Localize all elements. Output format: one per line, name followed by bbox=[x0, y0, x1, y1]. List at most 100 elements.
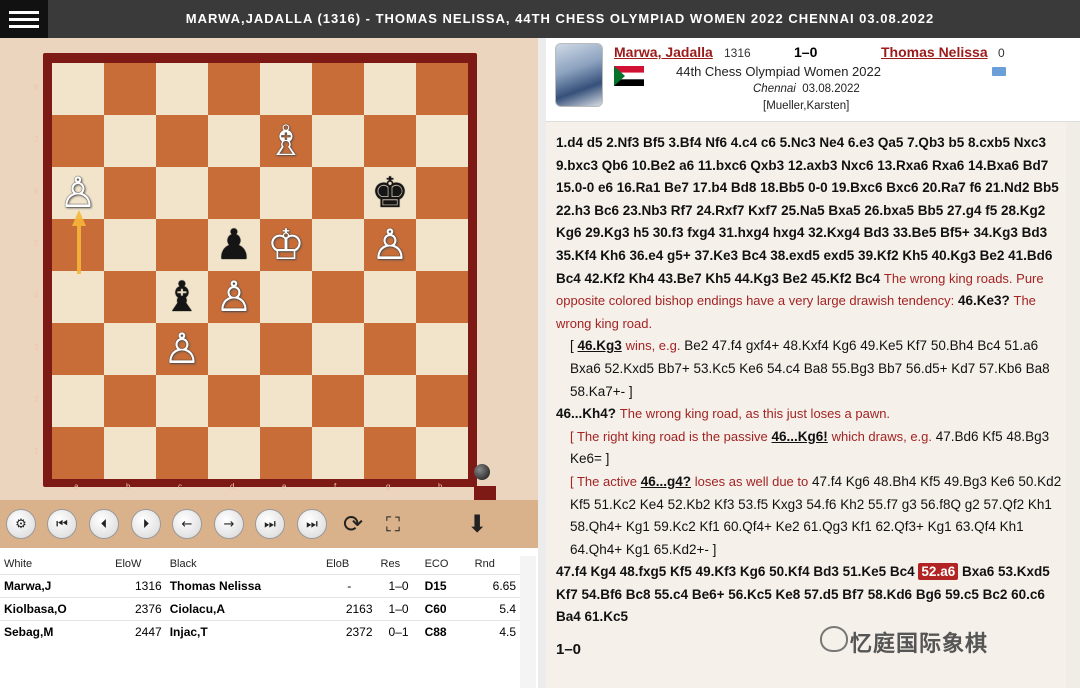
next-move-button[interactable]: ⏵ bbox=[131, 509, 161, 539]
square-d8[interactable] bbox=[208, 63, 260, 115]
square-e2[interactable] bbox=[260, 375, 312, 427]
square-d1[interactable]: d bbox=[208, 427, 260, 491]
current-move[interactable]: 52.a6 bbox=[918, 563, 959, 581]
square-d3[interactable] bbox=[208, 323, 260, 375]
col-res[interactable]: Res bbox=[377, 554, 421, 574]
square-h1[interactable]: h bbox=[416, 427, 468, 491]
square-g2[interactable] bbox=[364, 375, 416, 427]
square-f1[interactable]: f bbox=[312, 427, 364, 491]
square-a7[interactable]: 7 bbox=[34, 115, 104, 167]
square-g4[interactable] bbox=[364, 271, 416, 323]
variation-key-move[interactable]: 46...Kg6! bbox=[772, 429, 828, 444]
square-e1[interactable]: e bbox=[260, 427, 312, 491]
square-a1[interactable]: 1a bbox=[34, 427, 104, 491]
flip-board-icon[interactable]: ⟳ bbox=[338, 509, 368, 539]
col-elow[interactable]: EloW bbox=[111, 554, 166, 574]
square-h7[interactable] bbox=[416, 115, 468, 167]
square-g1[interactable]: g bbox=[364, 427, 416, 491]
square-b5[interactable] bbox=[104, 219, 156, 271]
table-row[interactable]: Sebag,M 2447 Injac,T 2372 0–1 C88 4.5 bbox=[0, 619, 520, 643]
col-white[interactable]: White bbox=[0, 554, 111, 574]
square-g6[interactable]: ♚ bbox=[364, 167, 416, 219]
square-h5[interactable] bbox=[416, 219, 468, 271]
square-h6[interactable] bbox=[416, 167, 468, 219]
white-pawn-icon[interactable]: ♙ bbox=[163, 328, 201, 370]
square-a4[interactable]: 4 bbox=[34, 271, 104, 323]
col-black[interactable]: Black bbox=[166, 554, 322, 574]
square-d2[interactable] bbox=[208, 375, 260, 427]
col-rnd[interactable]: Rnd bbox=[471, 554, 520, 574]
chess-board[interactable]: 8 7 ♗ 6 ♙ ♚ 5 ♟ ♔ ♙ 4 ♝ ♙ 3 ♙ 2 1 a b c d e f g h bbox=[34, 63, 468, 491]
white-king-icon[interactable]: ♔ bbox=[267, 224, 305, 266]
square-c2[interactable] bbox=[156, 375, 208, 427]
settings-icon[interactable]: ⚙ bbox=[6, 509, 36, 539]
fullscreen-icon[interactable]: ⛶ bbox=[378, 509, 408, 539]
menu-icon[interactable] bbox=[0, 0, 48, 38]
step-end-button[interactable]: ⏭ bbox=[255, 509, 285, 539]
square-b7[interactable] bbox=[104, 115, 156, 167]
square-b8[interactable] bbox=[104, 63, 156, 115]
white-player-name[interactable]: Marwa, Jadalla bbox=[614, 44, 713, 60]
square-h2[interactable] bbox=[416, 375, 468, 427]
square-f4[interactable] bbox=[312, 271, 364, 323]
white-pawn-icon[interactable]: ♙ bbox=[59, 172, 97, 214]
move-46[interactable]: 46.Ke3? bbox=[958, 293, 1010, 308]
move-46b[interactable]: 46...Kh4? bbox=[556, 406, 616, 421]
notation-scrollbar[interactable] bbox=[1066, 122, 1080, 688]
white-pawn-icon[interactable]: ♙ bbox=[215, 276, 253, 318]
square-e3[interactable] bbox=[260, 323, 312, 375]
square-a3[interactable]: 3 bbox=[34, 323, 104, 375]
square-b3[interactable] bbox=[104, 323, 156, 375]
square-g7[interactable] bbox=[364, 115, 416, 167]
games-scrollbar[interactable] bbox=[520, 556, 536, 688]
square-e7[interactable]: ♗ bbox=[260, 115, 312, 167]
square-h4[interactable] bbox=[416, 271, 468, 323]
square-c8[interactable] bbox=[156, 63, 208, 115]
square-b4[interactable] bbox=[104, 271, 156, 323]
square-f7[interactable] bbox=[312, 115, 364, 167]
black-bishop-icon[interactable]: ♝ bbox=[163, 276, 201, 318]
square-b1[interactable]: b bbox=[104, 427, 156, 491]
square-f3[interactable] bbox=[312, 323, 364, 375]
square-f6[interactable] bbox=[312, 167, 364, 219]
square-c7[interactable] bbox=[156, 115, 208, 167]
square-g8[interactable] bbox=[364, 63, 416, 115]
square-f2[interactable] bbox=[312, 375, 364, 427]
square-g3[interactable] bbox=[364, 323, 416, 375]
table-row[interactable]: Kiolbasa,O 2376 Ciolacu,A 2163 1–0 C60 5… bbox=[0, 596, 520, 620]
square-h8[interactable] bbox=[416, 63, 468, 115]
square-a2[interactable]: 2 bbox=[34, 375, 104, 427]
col-elob[interactable]: EloB bbox=[322, 554, 377, 574]
square-e6[interactable] bbox=[260, 167, 312, 219]
square-c6[interactable] bbox=[156, 167, 208, 219]
square-d4[interactable]: ♙ bbox=[208, 271, 260, 323]
black-player-name[interactable]: Thomas Nelissa bbox=[881, 44, 988, 60]
square-d7[interactable] bbox=[208, 115, 260, 167]
white-pawn-icon[interactable]: ♙ bbox=[371, 224, 409, 266]
square-c1[interactable]: c bbox=[156, 427, 208, 491]
square-f5[interactable] bbox=[312, 219, 364, 271]
back-arrow-button[interactable]: ← bbox=[172, 509, 202, 539]
square-e4[interactable] bbox=[260, 271, 312, 323]
col-eco[interactable]: ECO bbox=[421, 554, 471, 574]
black-pawn-icon[interactable]: ♟ bbox=[215, 224, 253, 266]
square-b6[interactable] bbox=[104, 167, 156, 219]
square-g5[interactable]: ♙ bbox=[364, 219, 416, 271]
square-e5[interactable]: ♔ bbox=[260, 219, 312, 271]
download-icon[interactable]: ⬇ bbox=[462, 509, 492, 539]
table-row[interactable]: Marwa,J 1316 Thomas Nelissa - 1–0 D15 6.… bbox=[0, 573, 520, 597]
square-b2[interactable] bbox=[104, 375, 156, 427]
variation-key-move[interactable]: 46.Kg3 bbox=[578, 338, 622, 353]
first-move-button[interactable]: ⏮ bbox=[47, 509, 77, 539]
square-a8[interactable]: 8 bbox=[34, 63, 104, 115]
square-c4[interactable]: ♝ bbox=[156, 271, 208, 323]
square-e8[interactable] bbox=[260, 63, 312, 115]
square-c3[interactable]: ♙ bbox=[156, 323, 208, 375]
last-move-button[interactable]: ⏭ bbox=[297, 509, 327, 539]
white-bishop-icon[interactable]: ♗ bbox=[267, 120, 305, 162]
forward-arrow-button[interactable]: → bbox=[214, 509, 244, 539]
square-h3[interactable] bbox=[416, 323, 468, 375]
black-king-icon[interactable]: ♚ bbox=[371, 172, 409, 214]
square-f8[interactable] bbox=[312, 63, 364, 115]
panel-divider[interactable] bbox=[538, 38, 546, 688]
